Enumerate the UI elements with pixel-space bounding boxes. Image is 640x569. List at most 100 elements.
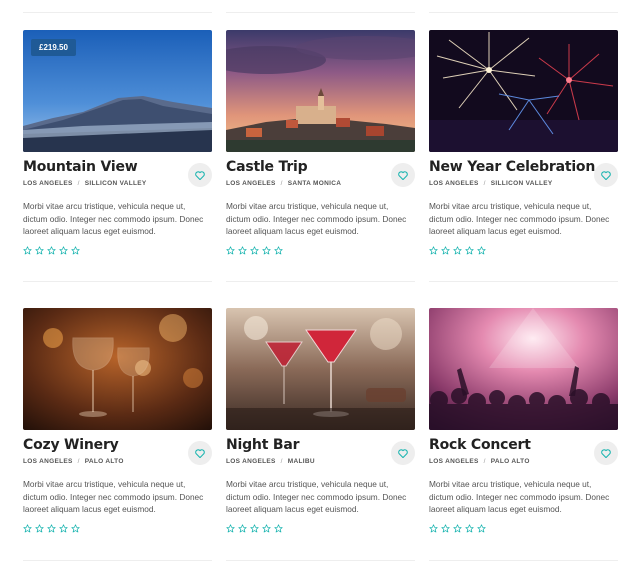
star-icon[interactable] — [59, 524, 68, 533]
favorite-button[interactable] — [594, 163, 618, 187]
star-icon[interactable] — [71, 246, 80, 255]
location-area[interactable]: SILLICON VALLEY — [491, 180, 553, 187]
star-icon[interactable] — [23, 246, 32, 255]
divider — [226, 12, 415, 13]
rating-stars[interactable] — [429, 524, 486, 533]
listing-card: Night Bar LOS ANGELES / MALIBU Morbi vitae… — [226, 308, 415, 533]
star-icon[interactable] — [274, 524, 283, 533]
star-icon[interactable] — [441, 246, 450, 255]
location-area[interactable]: SANTA MONICA — [288, 180, 341, 187]
star-icon[interactable] — [477, 246, 486, 255]
location-city[interactable]: LOS ANGELES — [429, 458, 479, 465]
listing-image[interactable] — [23, 308, 212, 430]
location-breadcrumb: LOS ANGELES / PALO ALTO — [429, 458, 530, 465]
divider — [23, 281, 212, 282]
star-icon[interactable] — [441, 524, 450, 533]
separator: / — [280, 180, 283, 187]
divider — [23, 12, 212, 13]
listing-image[interactable] — [226, 30, 415, 152]
listing-title[interactable]: Night Bar — [226, 437, 299, 453]
heart-icon — [601, 448, 611, 458]
location-breadcrumb: LOS ANGELES / PALO ALTO — [23, 458, 124, 465]
listing-card: £219.50 Mountain View LOS ANGELES / SILLIC… — [23, 30, 212, 255]
divider — [226, 560, 415, 561]
star-icon[interactable] — [477, 524, 486, 533]
star-icon[interactable] — [35, 246, 44, 255]
star-icon[interactable] — [59, 246, 68, 255]
separator: / — [483, 458, 486, 465]
location-area[interactable]: PALO ALTO — [85, 458, 124, 465]
location-breadcrumb: LOS ANGELES / SILLICON VALLEY — [429, 180, 553, 187]
location-area[interactable]: MALIBU — [288, 458, 315, 465]
heart-icon — [601, 170, 611, 180]
listing-title[interactable]: Mountain View — [23, 159, 138, 175]
location-city[interactable]: LOS ANGELES — [226, 458, 276, 465]
listing-title[interactable]: Rock Concert — [429, 437, 531, 453]
listing-card: Rock Concert LOS ANGELES / PALO ALTO Morbi… — [429, 308, 618, 533]
heart-icon — [195, 448, 205, 458]
location-area[interactable]: SILLICON VALLEY — [85, 180, 147, 187]
star-icon[interactable] — [47, 246, 56, 255]
star-icon[interactable] — [71, 524, 80, 533]
heart-icon — [398, 448, 408, 458]
rating-stars[interactable] — [226, 246, 283, 255]
location-city[interactable]: LOS ANGELES — [23, 180, 73, 187]
listing-description: Morbi vitae arcu tristique, vehicula neq… — [23, 201, 204, 236]
location-city[interactable]: LOS ANGELES — [429, 180, 479, 187]
rating-stars[interactable] — [429, 246, 486, 255]
divider — [429, 281, 618, 282]
star-icon[interactable] — [226, 246, 235, 255]
separator: / — [280, 458, 283, 465]
listing-card: Cozy Winery LOS ANGELES / PALO ALTO Morbi … — [23, 308, 212, 533]
rating-stars[interactable] — [23, 246, 80, 255]
location-breadcrumb: LOS ANGELES / SANTA MONICA — [226, 180, 341, 187]
star-icon[interactable] — [250, 524, 259, 533]
star-icon[interactable] — [262, 246, 271, 255]
location-breadcrumb: LOS ANGELES / MALIBU — [226, 458, 315, 465]
listing-title[interactable]: Cozy Winery — [23, 437, 119, 453]
listing-image[interactable] — [429, 308, 618, 430]
star-icon[interactable] — [238, 524, 247, 533]
favorite-button[interactable] — [188, 163, 212, 187]
separator: / — [77, 180, 80, 187]
star-icon[interactable] — [465, 246, 474, 255]
location-city[interactable]: LOS ANGELES — [23, 458, 73, 465]
star-icon[interactable] — [465, 524, 474, 533]
star-icon[interactable] — [429, 246, 438, 255]
heart-icon — [195, 170, 205, 180]
favorite-button[interactable] — [391, 441, 415, 465]
favorite-button[interactable] — [391, 163, 415, 187]
rating-stars[interactable] — [23, 524, 80, 533]
star-icon[interactable] — [429, 524, 438, 533]
rating-stars[interactable] — [226, 524, 283, 533]
listing-image[interactable] — [226, 308, 415, 430]
star-icon[interactable] — [47, 524, 56, 533]
listing-image[interactable] — [429, 30, 618, 152]
price-badge: £219.50 — [31, 39, 76, 56]
location-city[interactable]: LOS ANGELES — [226, 180, 276, 187]
heart-icon — [398, 170, 408, 180]
divider — [429, 12, 618, 13]
location-breadcrumb: LOS ANGELES / SILLICON VALLEY — [23, 180, 147, 187]
star-icon[interactable] — [226, 524, 235, 533]
star-icon[interactable] — [453, 524, 462, 533]
listing-description: Morbi vitae arcu tristique, vehicula neq… — [226, 201, 407, 236]
star-icon[interactable] — [274, 246, 283, 255]
divider — [23, 560, 212, 561]
listing-description: Morbi vitae arcu tristique, vehicula neq… — [23, 479, 204, 514]
separator: / — [77, 458, 80, 465]
listing-title[interactable]: Castle Trip — [226, 159, 308, 175]
star-icon[interactable] — [23, 524, 32, 533]
star-icon[interactable] — [453, 246, 462, 255]
listing-description: Morbi vitae arcu tristique, vehicula neq… — [429, 201, 610, 236]
star-icon[interactable] — [262, 524, 271, 533]
favorite-button[interactable] — [188, 441, 212, 465]
star-icon[interactable] — [35, 524, 44, 533]
location-area[interactable]: PALO ALTO — [491, 458, 530, 465]
listing-title[interactable]: New Year Celebration — [429, 159, 595, 175]
star-icon[interactable] — [250, 246, 259, 255]
favorite-button[interactable] — [594, 441, 618, 465]
star-icon[interactable] — [238, 246, 247, 255]
listing-card: New Year Celebration LOS ANGELES / SILLICO… — [429, 30, 618, 255]
listing-image[interactable]: £219.50 — [23, 30, 212, 152]
